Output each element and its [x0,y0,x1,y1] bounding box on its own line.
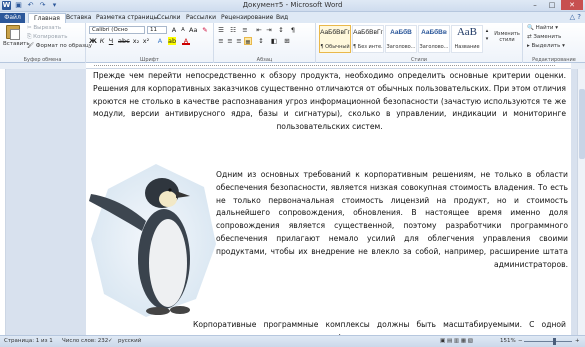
style-sample: АаБбВв [421,29,447,36]
page-counter[interactable]: Страница: 1 из 1 [4,338,53,344]
penguin-image[interactable] [86,159,226,319]
cut-button[interactable]: ✂ Вырезать [27,25,61,31]
styles-group: АаБбВвГг ¶ Обычный АаБбВвГг ¶ Без инте..… [316,23,523,63]
style-name: Название [454,44,480,50]
font-group: Calibri (Осно 11 A A Aa ✎ Ж К Ч abc x₂ x… [86,23,214,63]
zoom-in-icon[interactable]: + [575,338,580,344]
minimize-button[interactable]: – [527,0,543,10]
bullets-icon[interactable]: ☰ [217,26,225,34]
help-icon[interactable]: △ ? [570,13,581,21]
status-bar: Страница: 1 из 1 Число слов: 232 ✓ русск… [0,335,585,347]
select-button[interactable]: ▸ Выделить ▾ [527,43,565,49]
strikethrough-icon[interactable]: abc [118,37,130,45]
numbering-icon[interactable]: ☷ [229,26,237,34]
tab-review[interactable]: Рецензирование [221,13,273,23]
bold-button[interactable]: Ж [89,37,97,45]
maximize-button[interactable]: □ [544,0,560,10]
clear-format-icon[interactable]: ✎ [201,26,209,34]
show-marks-icon[interactable]: ¶ [289,26,297,34]
shrink-font-icon[interactable]: A [179,26,187,34]
underline-button[interactable]: Ч [107,37,115,45]
document-area: Прежде чем перейти непосредственно к обз… [0,69,577,335]
clipboard-label: Буфер обмена [23,57,62,63]
styles-scroll-icon[interactable]: ▴ ▾ [484,27,490,42]
font-name-select[interactable]: Calibri (Осно [89,26,145,34]
paragraph-2[interactable]: Одним из основных требований к корпорати… [216,169,568,271]
style-normal[interactable]: АаБбВвГг ¶ Обычный [319,25,351,53]
paste-icon[interactable] [6,25,20,40]
style-name: ¶ Обычный [320,44,350,50]
paste-button[interactable]: Вставить [3,41,30,47]
align-right-icon[interactable]: ≡ [235,37,243,45]
format-painter-button[interactable]: 🖌 Формат по образцу [27,43,92,49]
decrease-indent-icon[interactable]: ⇤ [255,26,263,34]
style-name: Заголово... [419,44,449,50]
style-heading-1[interactable]: АаБбВ Заголово... [385,25,417,53]
increase-indent-icon[interactable]: ⇥ [265,26,273,34]
change-styles-button[interactable]: Изменить стили [492,31,522,43]
window-title: Документ5 - Microsoft Word [242,1,343,9]
style-heading-2[interactable]: АаБбВв Заголово... [418,25,450,53]
tab-home[interactable]: Главная [28,13,66,23]
borders-icon[interactable]: ⊞ [283,37,291,45]
font-color-icon[interactable]: A [182,37,190,45]
line-spacing-icon[interactable]: ↕ [257,37,265,45]
align-left-icon[interactable]: ≡ [217,37,225,45]
style-sample: АаБбВвГг [353,29,383,36]
tab-page-layout[interactable]: Разметка страницы [96,13,158,23]
paragraph-group: ☰ ☷ ≡ ⇤ ⇥ ↕ ¶ ≡ ≡ ≡ ≣ ↕ ◧ ⊞ Абзац [214,23,316,63]
zoom-slider-knob[interactable] [552,338,556,345]
change-case-icon[interactable]: Aa [189,26,197,34]
multilevel-list-icon[interactable]: ≡ [241,26,249,34]
style-sample: АаВ [456,26,478,38]
document-page[interactable]: Прежде чем перейти непосредственно к обз… [86,69,571,335]
view-buttons[interactable]: ▣ ▤ ▥ ▦ ▧ [440,338,473,344]
justify-icon[interactable]: ≣ [244,37,252,46]
copy-button[interactable]: ⎘ Копировать [27,34,68,41]
tab-file[interactable]: Файл [0,13,25,23]
close-button[interactable]: ✕ [561,0,583,10]
style-title[interactable]: АаВ Название [451,25,483,53]
style-name: Заголово... [386,44,416,50]
replace-button[interactable]: ⇄ Заменить [527,34,561,40]
proofing-icon[interactable]: ✓ [108,338,113,344]
grow-font-icon[interactable]: A [170,26,178,34]
zoom-level[interactable]: 151% [500,338,516,344]
word-count[interactable]: Число слов: 232 [62,338,108,344]
language-indicator[interactable]: русский [118,338,141,344]
style-sample: АаБбВвГг [320,29,350,36]
style-no-spacing[interactable]: АаБбВвГг ¶ Без инте... [352,25,384,53]
tab-view[interactable]: Вид [276,13,288,23]
superscript-icon[interactable]: x² [142,37,150,45]
paragraph-3[interactable]: Корпоративные программные комплексы долж… [93,319,566,335]
zoom-out-icon[interactable]: − [518,338,523,344]
highlight-icon[interactable]: ab [168,37,176,45]
ribbon: Вставить ✂ Вырезать ⎘ Копировать 🖌 Форма… [0,23,585,63]
editing-group: 🔍 Найти ▾ ⇄ Заменить ▸ Выделить ▾ Редакт… [523,23,585,63]
tab-references[interactable]: Ссылки [157,13,181,23]
paragraph-1[interactable]: Прежде чем перейти непосредственно к обз… [93,70,566,134]
shading-icon[interactable]: ◧ [270,37,278,45]
clipboard-group: Вставить ✂ Вырезать ⎘ Копировать 🖌 Форма… [0,23,92,63]
align-center-icon[interactable]: ≡ [226,37,234,45]
style-sample: АаБбВ [390,29,412,36]
scrollbar-thumb[interactable] [579,89,585,159]
sort-icon[interactable]: ↕ [277,26,285,34]
find-button[interactable]: 🔍 Найти ▾ [527,25,558,31]
tab-mailings[interactable]: Рассылки [186,13,216,23]
text-effects-icon[interactable]: A [156,37,164,45]
font-size-select[interactable]: 11 [147,26,167,34]
ribbon-tabs: Файл Главная Вставка Разметка страницы С… [0,12,585,23]
tab-insert[interactable]: Вставка [66,13,91,23]
zoom-slider[interactable] [524,341,572,342]
vertical-ruler[interactable] [0,69,6,335]
window-controls: – □ ✕ [527,0,583,10]
vertical-scrollbar[interactable] [577,69,585,335]
italic-button[interactable]: К [98,37,106,45]
title-bar: W ▣ ↶ ↷ ▾ Документ5 - Microsoft Word – □… [0,0,585,12]
subscript-icon[interactable]: x₂ [132,37,140,45]
style-name: ¶ Без инте... [353,44,383,50]
